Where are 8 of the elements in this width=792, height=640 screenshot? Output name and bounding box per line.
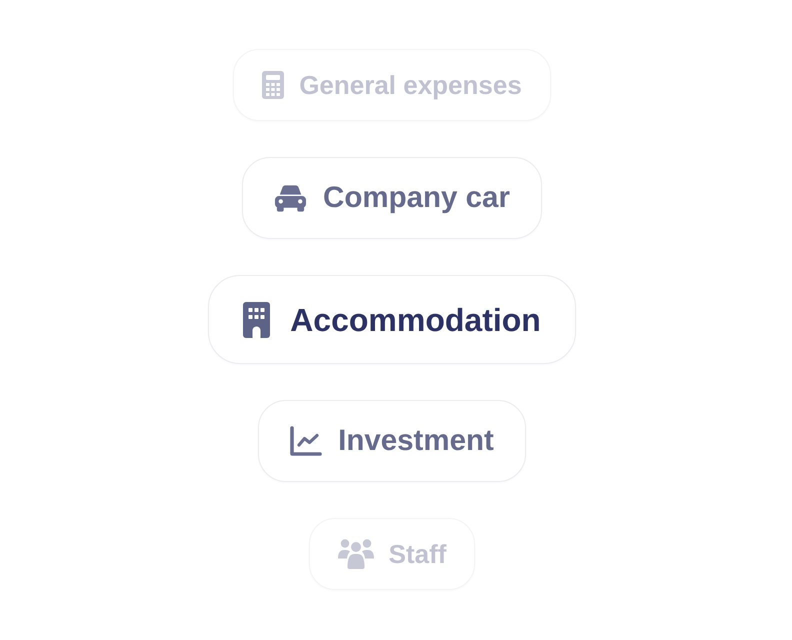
building-icon [243, 302, 270, 338]
category-option[interactable]: Accommodation [208, 275, 576, 364]
category-option[interactable]: Company car [242, 157, 542, 239]
category-option[interactable]: Investment [258, 400, 526, 482]
calculator-icon [262, 71, 284, 99]
users-icon [338, 539, 374, 569]
line-chart-icon [290, 426, 322, 456]
car-icon [274, 184, 308, 212]
